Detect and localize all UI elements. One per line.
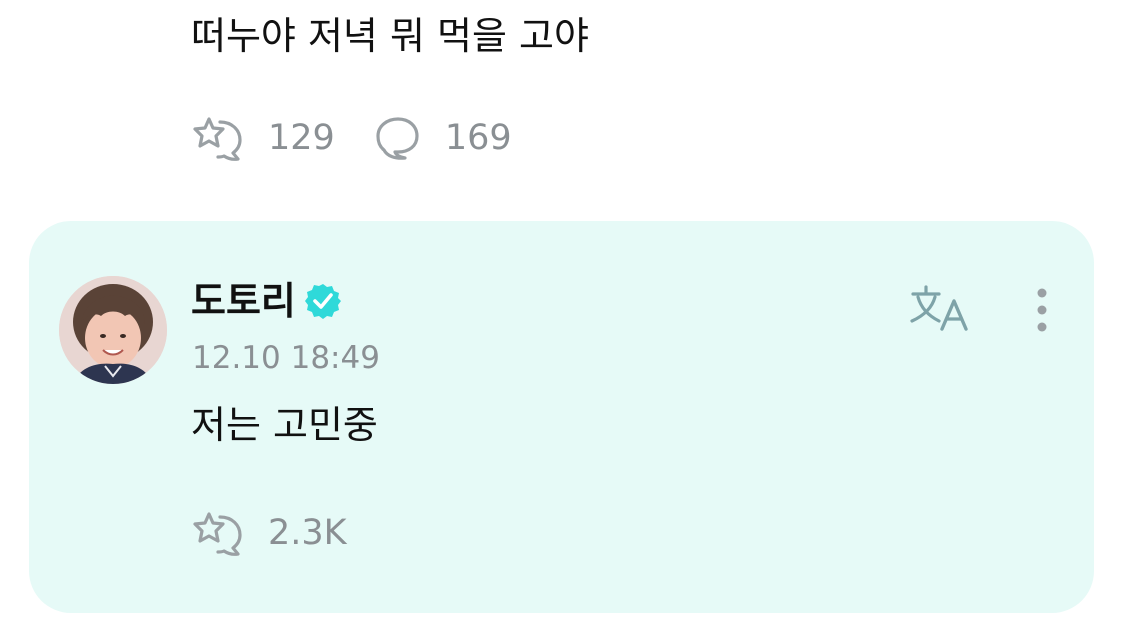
feed: 떠누야 저녁 뭐 먹을 고야 129 169 도토리 12.10 18:49 저… <box>0 0 1124 635</box>
reply-text: 저는 고민중 <box>191 403 378 447</box>
reply-like-button[interactable]: 2.3K <box>192 509 347 557</box>
speech-bubble-icon <box>375 115 421 161</box>
more-options-button[interactable] <box>1024 285 1060 339</box>
translate-icon <box>909 284 973 336</box>
author-name[interactable]: 도토리 <box>191 277 296 325</box>
author-row: 도토리 <box>191 277 342 325</box>
verified-badge-icon <box>304 282 342 320</box>
reply-stats: 2.3K <box>192 509 347 557</box>
star-bubble-icon <box>192 114 244 162</box>
translate-button[interactable] <box>909 285 973 335</box>
comment-button[interactable]: 169 <box>375 115 512 161</box>
like-count: 129 <box>268 118 335 158</box>
comment-count: 169 <box>444 118 512 158</box>
star-bubble-icon <box>192 509 244 557</box>
timestamp: 12.10 18:49 <box>192 340 380 376</box>
post-stats: 129 169 <box>192 114 512 162</box>
reply-card[interactable]: 도토리 12.10 18:49 저는 고민중 2.3K <box>29 221 1094 613</box>
like-button[interactable]: 129 <box>192 114 335 162</box>
post-text: 떠누야 저녁 뭐 먹을 고야 <box>191 14 589 58</box>
more-vertical-icon <box>1036 287 1048 337</box>
avatar[interactable] <box>59 276 167 384</box>
reply-like-count: 2.3K <box>268 513 347 553</box>
